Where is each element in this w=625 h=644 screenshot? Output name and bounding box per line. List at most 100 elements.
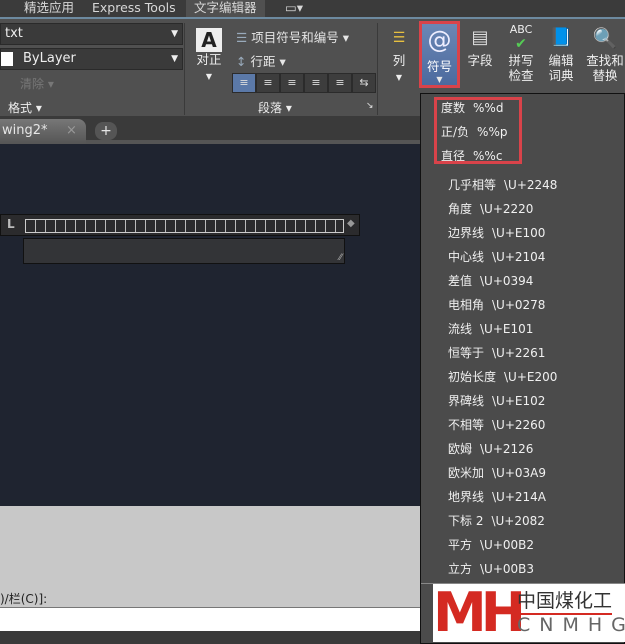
paragraph-panel-title[interactable]: 段落 ▾ (258, 99, 292, 115)
resize-grip-icon[interactable]: ⁄⁄ (339, 253, 342, 263)
logo-en-text: CNMHG (517, 614, 625, 636)
symbol-code: \U+E100 (492, 226, 546, 240)
find-label-1: 查找和 (586, 53, 624, 68)
symbol-label: 符号 (426, 59, 452, 74)
align-center-button[interactable]: ≡ (280, 73, 304, 93)
list-icon: ☰ (236, 30, 248, 45)
symbol-menu-item[interactable]: 流线 \U+E101 (448, 318, 533, 340)
symbol-menu-item[interactable]: 界碑线 \U+E102 (448, 390, 545, 412)
dictionary-icon: 📘 (549, 27, 573, 48)
font-select[interactable]: txt ▼ (0, 23, 183, 45)
symbol-menu-item[interactable]: 欧米加 \U+03A9 (448, 462, 546, 484)
close-tab-icon[interactable]: × (66, 119, 77, 143)
spell-label-2: 检查 (508, 68, 534, 83)
symbol-code: \U+00B3 (480, 562, 535, 576)
diamond-handle-icon[interactable]: ◆ (347, 218, 355, 229)
symbol-code: \U+2104 (492, 250, 546, 264)
tab-text-editor[interactable]: 文字编辑器 (186, 0, 265, 17)
symbol-name: 界碑线 (448, 394, 485, 408)
format-title: 格式 (8, 101, 33, 115)
clear-label: 清除 (20, 77, 45, 91)
tab-stop-icon[interactable]: L (7, 217, 15, 231)
line-spacing-icon: ↕ (236, 54, 247, 69)
new-tab-button[interactable]: + (95, 122, 117, 140)
edit-dictionary-button[interactable]: 📘 编辑 词典 (544, 23, 578, 83)
ribbon-minimize-icon[interactable]: ▭▾ (285, 0, 303, 17)
divider (184, 23, 185, 115)
symbol-menu-item[interactable]: 立方 \U+00B3 (448, 558, 534, 580)
symbol-menu-item[interactable]: 恒等于 \U+2261 (448, 342, 545, 364)
symbol-menu-item[interactable]: 初始长度 \U+E200 (448, 366, 557, 388)
align-distribute-button[interactable]: ⇆ (352, 73, 376, 93)
tab-express-tools[interactable]: Express Tools (92, 0, 176, 17)
text-ruler[interactable]: L ◆ (0, 214, 360, 236)
symbol-menu-item[interactable]: 电相角 \U+0278 (448, 294, 545, 316)
symbol-name: 边界线 (448, 226, 485, 240)
magnifier-icon: 🔍 (592, 26, 618, 50)
symbol-code: \U+03A9 (492, 466, 547, 480)
symbol-code: \U+2126 (480, 442, 534, 456)
columns-button[interactable]: ☰ 列 ▼ (385, 23, 413, 85)
text-input-box[interactable]: ⁄⁄ (23, 238, 345, 264)
symbol-menu-item[interactable]: 欧姆 \U+2126 (448, 438, 533, 460)
paragraph-title: 段落 (258, 101, 283, 115)
symbol-menu-item[interactable]: 几乎相等 \U+2248 (448, 174, 557, 196)
symbol-name: 初始长度 (448, 370, 497, 384)
chevron-down-icon: ▼ (171, 54, 178, 64)
drawing-tab[interactable]: wing2* × (0, 119, 86, 144)
spell-check-button[interactable]: ABC ✔ 拼写 检查 (503, 23, 539, 83)
symbol-name: 欧米加 (448, 466, 485, 480)
align-default-button[interactable]: ≡ (232, 73, 256, 93)
align-right-button[interactable]: ≡ (304, 73, 328, 93)
justify-button[interactable]: A 对正 ▼ (193, 23, 225, 84)
drawing-tab-label: wing2* (2, 123, 48, 138)
color-select[interactable]: ByLayer ▼ (0, 48, 183, 70)
symbol-menu-item[interactable]: 平方 \U+00B2 (448, 534, 534, 556)
bullets-label: 项目符号和编号 (251, 30, 339, 45)
symbol-name: 流线 (448, 322, 473, 336)
align-left-button[interactable]: ≡ (256, 73, 280, 93)
find-replace-button[interactable]: 🔍 查找和 替换 (585, 23, 625, 83)
symbol-dropdown-menu: 度数 %%d 正/负 %%p 直径 %%c 几乎相等 \U+2248 角度 \U+2220 边界线 \… (420, 93, 625, 644)
symbol-code: \U+0394 (480, 274, 534, 288)
symbol-menu-item[interactable]: 不相等 \U+2260 (448, 414, 545, 436)
symbol-button[interactable]: @ 符号 ▼ (419, 21, 460, 88)
symbol-menu-item[interactable]: 差值 \U+0394 (448, 270, 533, 292)
panel-launcher-icon[interactable]: ↘ (366, 101, 374, 111)
symbol-name: 不相等 (448, 418, 485, 432)
ruler-scale[interactable] (25, 219, 344, 233)
symbol-name: 中心线 (448, 250, 485, 264)
font-value: txt (5, 26, 23, 41)
bullets-button[interactable]: ☰ 项目符号和编号 ▾ (236, 27, 349, 46)
field-icon: ▤ (471, 27, 489, 48)
symbol-menu-item[interactable]: 边界线 \U+E100 (448, 222, 545, 244)
symbol-code: \U+2082 (491, 514, 545, 528)
symbol-name: 电相角 (448, 298, 485, 312)
symbol-name: 几乎相等 (448, 178, 497, 192)
chevron-down-icon: ▼ (171, 29, 178, 39)
columns-label: 列 (392, 53, 406, 68)
symbol-name: 地界线 (448, 490, 485, 504)
symbol-name: 下标 2 (448, 514, 484, 528)
symbol-menu-item[interactable]: 中心线 \U+2104 (448, 246, 545, 268)
clear-button[interactable]: 清除 ▾ (20, 75, 54, 92)
drawing-canvas[interactable]: L ◆ ⁄⁄ (0, 144, 420, 506)
dict-label-2: 词典 (548, 68, 574, 83)
linespacing-label: 行距 (250, 54, 276, 69)
align-justify-button[interactable]: ≡ (328, 73, 352, 93)
symbol-code: \U+E200 (504, 370, 558, 384)
logo-mark: MH (433, 581, 526, 644)
symbol-menu-item[interactable]: 下标 2 \U+2082 (448, 510, 545, 532)
ribbon-tab-bar: 精选应用 Express Tools 文字编辑器 ▭▾ (0, 0, 625, 17)
symbol-code: \U+00B2 (480, 538, 535, 552)
linespacing-button[interactable]: ↕ 行距 ▾ (236, 51, 286, 70)
tab-featured-apps[interactable]: 精选应用 (24, 0, 74, 17)
symbol-code: \U+214A (492, 490, 547, 504)
field-button[interactable]: ▤ 字段 (464, 23, 496, 68)
symbol-name: 立方 (448, 562, 473, 576)
divider (377, 23, 378, 115)
command-prompt: )/栏(C)]: (0, 592, 48, 606)
symbol-menu-item[interactable]: 地界线 \U+214A (448, 486, 546, 508)
format-panel-title[interactable]: 格式 ▾ (8, 99, 42, 115)
symbol-menu-item[interactable]: 角度 \U+2220 (448, 198, 533, 220)
